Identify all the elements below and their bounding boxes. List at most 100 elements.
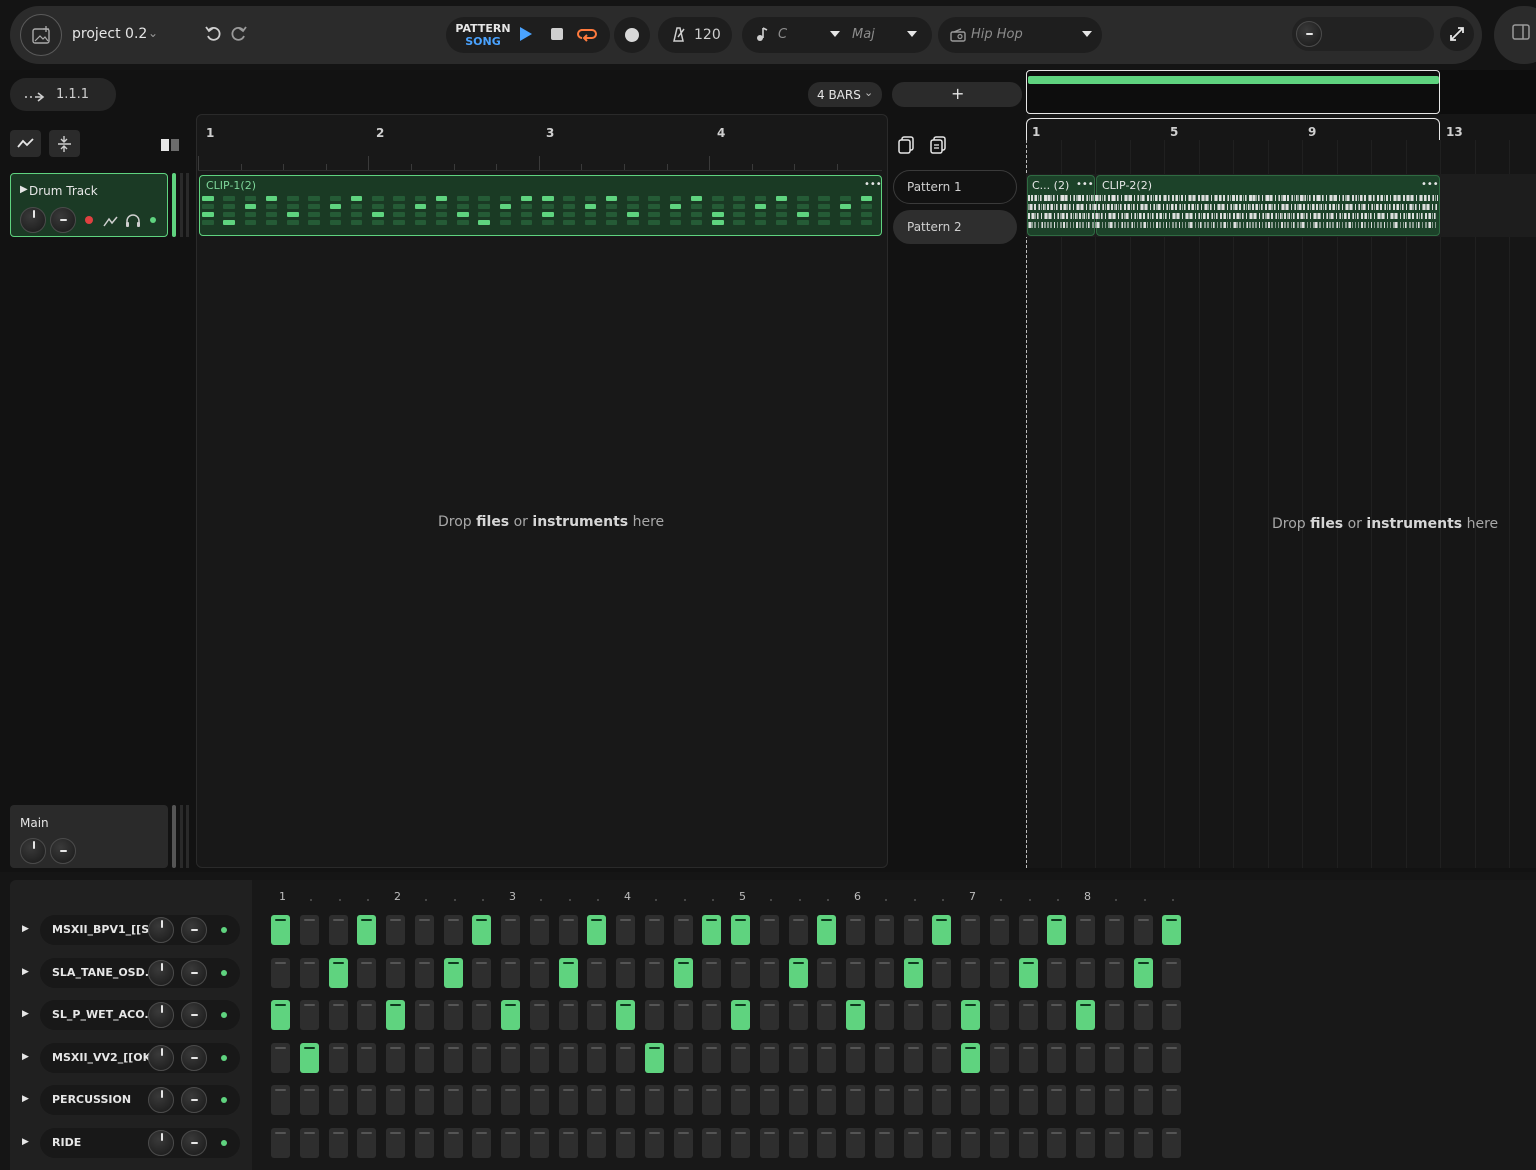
instrument-name[interactable]: SL_P_WET_ACO... — [52, 1008, 157, 1021]
step-button[interactable] — [1162, 957, 1182, 988]
step-button[interactable] — [299, 957, 319, 988]
step-button[interactable] — [501, 1000, 520, 1030]
step-button[interactable] — [731, 915, 750, 945]
step-button[interactable] — [472, 1085, 492, 1115]
main-volume-knob[interactable] — [20, 838, 46, 864]
step-button[interactable] — [1162, 1085, 1182, 1115]
step-button[interactable] — [961, 1042, 980, 1073]
step-button[interactable] — [1104, 1085, 1124, 1115]
step-button[interactable] — [673, 915, 693, 945]
step-button[interactable] — [1018, 1085, 1038, 1115]
step-button[interactable] — [386, 1042, 405, 1073]
instrument-active-indicator[interactable] — [221, 969, 227, 976]
step-button[interactable] — [328, 1127, 348, 1158]
step-button[interactable] — [472, 1127, 492, 1158]
step-button[interactable] — [1047, 1042, 1067, 1073]
step-button[interactable] — [731, 1085, 750, 1115]
side-panel-icon[interactable] — [1512, 24, 1530, 40]
step-button[interactable] — [817, 915, 837, 945]
row-expand-icon[interactable]: ▶ — [22, 924, 29, 934]
step-button[interactable] — [702, 915, 722, 945]
metronome-icon[interactable] — [670, 26, 686, 46]
instrument-volume-knob[interactable] — [148, 959, 174, 986]
step-button[interactable] — [817, 1000, 837, 1030]
step-button[interactable] — [529, 915, 549, 945]
scale-dropdown-icon[interactable] — [907, 31, 917, 37]
step-button[interactable] — [1133, 1042, 1153, 1073]
step-button[interactable] — [558, 1042, 578, 1073]
step-button[interactable] — [759, 1000, 779, 1030]
fullscreen-button[interactable] — [1440, 17, 1474, 51]
step-button[interactable] — [587, 915, 607, 945]
step-button[interactable] — [472, 957, 492, 988]
step-button[interactable] — [443, 1127, 463, 1158]
step-button[interactable] — [788, 1000, 808, 1030]
step-button[interactable] — [961, 957, 980, 988]
step-button[interactable] — [501, 1127, 520, 1158]
instrument-active-indicator[interactable] — [221, 1097, 227, 1103]
tempo-value[interactable]: 120 — [694, 27, 721, 43]
instrument-active-indicator[interactable] — [221, 927, 227, 933]
step-button[interactable] — [501, 915, 520, 945]
step-button[interactable] — [357, 957, 377, 988]
step-button[interactable] — [1047, 1127, 1067, 1158]
step-button[interactable] — [932, 957, 952, 988]
step-button[interactable] — [1133, 915, 1153, 945]
step-button[interactable] — [443, 1042, 463, 1073]
step-button[interactable] — [357, 1042, 377, 1073]
step-button[interactable] — [558, 1085, 578, 1115]
step-button[interactable] — [271, 1127, 290, 1158]
step-button[interactable] — [1076, 915, 1095, 945]
step-button[interactable] — [702, 1000, 722, 1030]
track-name[interactable]: Drum Track — [29, 184, 98, 198]
step-button[interactable] — [1076, 1085, 1095, 1115]
track-volume-knob[interactable] — [20, 207, 46, 233]
step-button[interactable] — [989, 1042, 1009, 1073]
step-button[interactable] — [874, 915, 894, 945]
step-button[interactable] — [932, 1127, 952, 1158]
instrument-active-indicator[interactable] — [221, 1139, 227, 1146]
step-button[interactable] — [472, 1000, 492, 1030]
song-clip-b-menu-icon[interactable]: ••• — [1421, 179, 1439, 190]
step-button[interactable] — [932, 915, 952, 945]
step-button[interactable] — [817, 1042, 837, 1073]
row-expand-icon[interactable]: ▶ — [22, 1094, 29, 1104]
step-button[interactable] — [731, 1127, 750, 1158]
instrument-name[interactable]: MSXII_BPV1_[[S... — [52, 923, 162, 936]
step-button[interactable] — [673, 1127, 693, 1158]
step-button[interactable] — [587, 1085, 607, 1115]
step-button[interactable] — [932, 1000, 952, 1030]
step-button[interactable] — [673, 1085, 693, 1115]
step-button[interactable] — [644, 915, 664, 945]
row-expand-icon[interactable]: ▶ — [22, 1137, 29, 1147]
pattern-clip-menu-icon[interactable]: ••• — [864, 179, 882, 190]
step-button[interactable] — [1018, 1127, 1038, 1158]
step-button[interactable] — [788, 957, 808, 988]
step-button[interactable] — [357, 915, 377, 945]
step-button[interactable] — [386, 915, 405, 945]
row-expand-icon[interactable]: ▶ — [22, 1052, 29, 1062]
step-button[interactable] — [299, 1127, 319, 1158]
step-button[interactable] — [271, 957, 290, 988]
step-button[interactable] — [558, 1000, 578, 1030]
step-button[interactable] — [299, 1042, 319, 1073]
step-button[interactable] — [1162, 1127, 1182, 1158]
step-button[interactable] — [271, 915, 290, 945]
step-button[interactable] — [989, 1085, 1009, 1115]
step-button[interactable] — [731, 1000, 750, 1030]
step-button[interactable] — [558, 1127, 578, 1158]
step-button[interactable] — [529, 1085, 549, 1115]
project-chevron-down-icon[interactable]: ⌄ — [148, 26, 158, 40]
step-button[interactable] — [673, 1000, 693, 1030]
step-button[interactable] — [1104, 1000, 1124, 1030]
step-button[interactable] — [616, 1127, 635, 1158]
step-button[interactable] — [414, 1000, 434, 1030]
step-button[interactable] — [299, 1085, 319, 1115]
master-volume-knob[interactable] — [1296, 21, 1322, 47]
step-button[interactable] — [1162, 1042, 1182, 1073]
step-button[interactable] — [989, 1000, 1009, 1030]
instrument-pan-knob[interactable] — [181, 959, 207, 986]
step-button[interactable] — [443, 957, 463, 988]
step-button[interactable] — [1104, 1127, 1124, 1158]
copy-pattern-icon[interactable] — [893, 131, 919, 157]
